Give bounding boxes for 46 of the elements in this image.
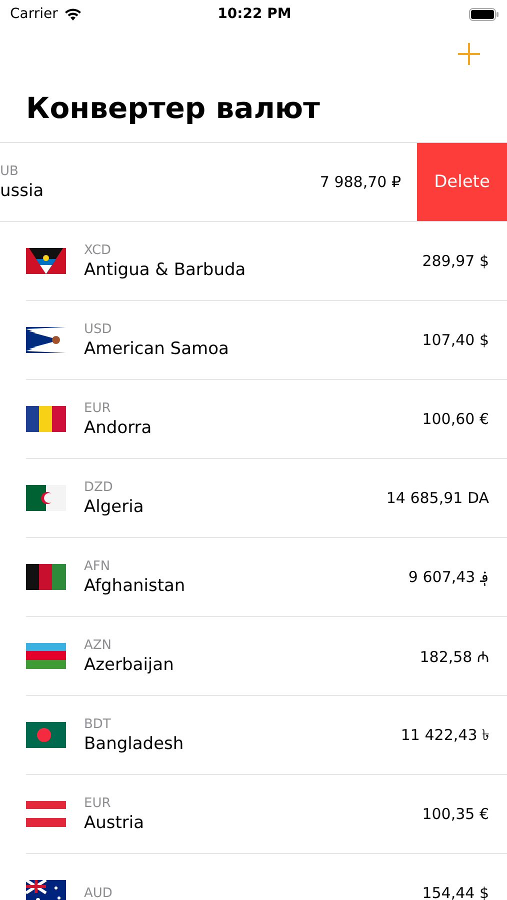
flag-icon [26,246,66,276]
currency-code: AZN [84,638,113,652]
currency-amount: 100,60 € [422,410,489,428]
currency-code: EUR [84,400,112,416]
country-name: Afghanistan [84,576,186,596]
currency-amount: 100,35 € [422,805,489,823]
currency-code: DZD [84,480,114,494]
currency-code: XCD [84,242,112,258]
country-name: Algeria [84,496,145,516]
page-title: Конвертер валют [26,90,321,127]
country-name: Austria [84,812,146,832]
flag-icon [26,404,66,434]
currency-code: UB [0,164,20,178]
wifi-icon [64,8,82,20]
flag-icon [26,878,66,900]
battery-icon [468,8,499,20]
country-name: American Samoa [84,338,230,358]
carrier-label: Carrier [10,6,58,22]
currency-row[interactable]: UB ussia 7 988,70 ₽ Delete [0,143,507,222]
currency-code: AUD [84,886,114,900]
clock-time: 10:22 PM [218,6,292,22]
currency-amount: 182,58 ₼ [420,647,489,666]
currency-amount: 154,44 $ [422,884,489,900]
currency-amount: 289,97 $ [422,252,489,270]
currency-amount: 11 422,43 ৳ [400,724,489,746]
flag-icon [26,799,66,829]
add-button[interactable] [457,42,481,66]
currency-amount: 14 685,91 DA [386,489,489,507]
flag-icon [26,325,66,355]
flag-icon [26,720,66,750]
country-name: Antigua & Barbuda [84,260,247,280]
country-name: Azerbaijan [84,654,175,674]
currency-code: BDT [84,716,112,732]
currency-amount: 107,40 $ [422,331,489,349]
currency-code: USD [84,322,113,336]
country-name: Bangladesh [84,734,185,754]
country-name: ussia [0,180,45,200]
country-name: Andorra [84,418,153,438]
delete-button[interactable]: Delete [417,143,507,221]
currency-code: EUR [84,796,112,810]
currency-amount: 7 988,70 ₽ [320,173,401,191]
flag-icon [26,562,66,592]
flag-icon [26,483,66,513]
currency-amount: 9 607,43 ؋ [408,568,489,586]
flag-icon [26,641,66,671]
currency-code: AFN [84,558,112,574]
